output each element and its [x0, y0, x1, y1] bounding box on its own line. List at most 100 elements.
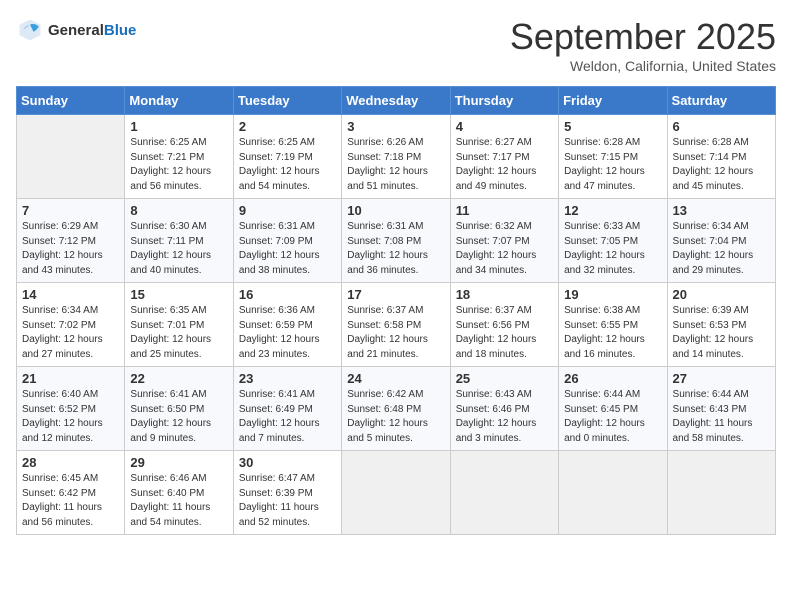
calendar-cell: 1 Sunrise: 6:25 AMSunset: 7:21 PMDaylight…: [125, 115, 233, 199]
day-info: Sunrise: 6:41 AMSunset: 6:50 PMDaylight:…: [130, 388, 227, 446]
weekday-header: Wednesday: [342, 87, 450, 115]
day-info: Sunrise: 6:45 AMSunset: 6:42 PMDaylight:…: [22, 472, 119, 530]
calendar-cell: 12Sunrise: 6:33 AMSunset: 7:05 PMDayligh…: [559, 199, 667, 283]
calendar-cell: 30 Sunrise: 6:47 AMSunset: 6:39 PMDayligh…: [233, 451, 341, 535]
day-number: 18: [456, 287, 553, 302]
weekday-header: Monday: [125, 87, 233, 115]
day-info: Sunrise: 6:30 AMSunset: 7:11 PMDaylight:…: [130, 220, 227, 278]
day-number: 1: [130, 119, 227, 134]
weekday-header: Thursday: [450, 87, 558, 115]
day-info: Sunrise: 6:34 AMSunset: 7:04 PMDaylight:…: [673, 220, 770, 278]
day-number: 28: [22, 455, 119, 470]
day-number: 29: [130, 455, 227, 470]
logo: GeneralBlue: [16, 16, 136, 44]
day-info: Sunrise: 6:27 AMSunset: 7:17 PMDaylight:…: [456, 136, 553, 194]
day-number: 15: [130, 287, 227, 302]
day-info: Sunrise: 6:28 AMSunset: 7:15 PMDaylight:…: [564, 136, 661, 194]
calendar-cell: 27Sunrise: 6:44 AMSunset: 6:43 PMDayligh…: [667, 367, 775, 451]
calendar-cell: 2 Sunrise: 6:25 AMSunset: 7:19 PMDaylight…: [233, 115, 341, 199]
day-info: Sunrise: 6:35 AMSunset: 7:01 PMDaylight:…: [130, 304, 227, 362]
day-info: Sunrise: 6:43 AMSunset: 6:46 PMDaylight:…: [456, 388, 553, 446]
day-number: 4: [456, 119, 553, 134]
weekday-header: Friday: [559, 87, 667, 115]
month-title: September 2025: [510, 16, 776, 58]
day-info: Sunrise: 6:37 AMSunset: 6:58 PMDaylight:…: [347, 304, 444, 362]
calendar-cell: 17Sunrise: 6:37 AMSunset: 6:58 PMDayligh…: [342, 283, 450, 367]
calendar-week-row: 1 Sunrise: 6:25 AMSunset: 7:21 PMDaylight…: [17, 115, 776, 199]
day-number: 25: [456, 371, 553, 386]
calendar-cell: [667, 451, 775, 535]
weekday-header: Tuesday: [233, 87, 341, 115]
day-info: Sunrise: 6:36 AMSunset: 6:59 PMDaylight:…: [239, 304, 336, 362]
calendar-cell: [450, 451, 558, 535]
calendar-cell: 29Sunrise: 6:46 AMSunset: 6:40 PMDayligh…: [125, 451, 233, 535]
calendar-cell: 4 Sunrise: 6:27 AMSunset: 7:17 PMDaylight…: [450, 115, 558, 199]
day-info: Sunrise: 6:34 AMSunset: 7:02 PMDaylight:…: [22, 304, 119, 362]
day-number: 16: [239, 287, 336, 302]
calendar-cell: 13 Sunrise: 6:34 AMSunset: 7:04 PMDayligh…: [667, 199, 775, 283]
title-block: September 2025 Weldon, California, Unite…: [510, 16, 776, 74]
day-number: 19: [564, 287, 661, 302]
calendar-cell: [559, 451, 667, 535]
day-info: Sunrise: 6:38 AMSunset: 6:55 PMDaylight:…: [564, 304, 661, 362]
calendar-cell: 14 Sunrise: 6:34 AMSunset: 7:02 PMDayligh…: [17, 283, 125, 367]
calendar-cell: 21 Sunrise: 6:40 AMSunset: 6:52 PMDayligh…: [17, 367, 125, 451]
day-number: 20: [673, 287, 770, 302]
day-info: Sunrise: 6:40 AMSunset: 6:52 PMDaylight:…: [22, 388, 119, 446]
day-number: 22: [130, 371, 227, 386]
logo-general: General: [48, 22, 104, 39]
day-info: Sunrise: 6:41 AMSunset: 6:49 PMDaylight:…: [239, 388, 336, 446]
calendar-cell: 15 Sunrise: 6:35 AMSunset: 7:01 PMDayligh…: [125, 283, 233, 367]
day-number: 14: [22, 287, 119, 302]
day-info: Sunrise: 6:47 AMSunset: 6:39 PMDaylight:…: [239, 472, 336, 530]
day-number: 23: [239, 371, 336, 386]
page-header: GeneralBlue September 2025 Weldon, Calif…: [16, 16, 776, 74]
calendar-cell: 24Sunrise: 6:42 AMSunset: 6:48 PMDayligh…: [342, 367, 450, 451]
calendar-cell: 9 Sunrise: 6:31 AMSunset: 7:09 PMDaylight…: [233, 199, 341, 283]
calendar-cell: 5 Sunrise: 6:28 AMSunset: 7:15 PMDaylight…: [559, 115, 667, 199]
logo-icon: [16, 16, 44, 44]
weekday-header-row: SundayMondayTuesdayWednesdayThursdayFrid…: [17, 87, 776, 115]
calendar-cell: 26 Sunrise: 6:44 AMSunset: 6:45 PMDayligh…: [559, 367, 667, 451]
calendar-cell: 8 Sunrise: 6:30 AMSunset: 7:11 PMDaylight…: [125, 199, 233, 283]
calendar-cell: 6 Sunrise: 6:28 AMSunset: 7:14 PMDaylight…: [667, 115, 775, 199]
calendar-cell: 19 Sunrise: 6:38 AMSunset: 6:55 PMDayligh…: [559, 283, 667, 367]
day-number: 5: [564, 119, 661, 134]
day-number: 7: [22, 203, 119, 218]
day-info: Sunrise: 6:39 AMSunset: 6:53 PMDaylight:…: [673, 304, 770, 362]
day-number: 8: [130, 203, 227, 218]
calendar-cell: 28 Sunrise: 6:45 AMSunset: 6:42 PMDayligh…: [17, 451, 125, 535]
day-info: Sunrise: 6:28 AMSunset: 7:14 PMDaylight:…: [673, 136, 770, 194]
day-number: 26: [564, 371, 661, 386]
day-number: 2: [239, 119, 336, 134]
calendar-cell: 10Sunrise: 6:31 AMSunset: 7:08 PMDayligh…: [342, 199, 450, 283]
weekday-header: Sunday: [17, 87, 125, 115]
weekday-header: Saturday: [667, 87, 775, 115]
calendar-cell: 7 Sunrise: 6:29 AMSunset: 7:12 PMDaylight…: [17, 199, 125, 283]
day-info: Sunrise: 6:25 AMSunset: 7:19 PMDaylight:…: [239, 136, 336, 194]
day-info: Sunrise: 6:32 AMSunset: 7:07 PMDaylight:…: [456, 220, 553, 278]
day-number: 30: [239, 455, 336, 470]
calendar: SundayMondayTuesdayWednesdayThursdayFrid…: [16, 86, 776, 535]
day-number: 27: [673, 371, 770, 386]
calendar-week-row: 28 Sunrise: 6:45 AMSunset: 6:42 PMDayligh…: [17, 451, 776, 535]
calendar-week-row: 7 Sunrise: 6:29 AMSunset: 7:12 PMDaylight…: [17, 199, 776, 283]
day-number: 11: [456, 203, 553, 218]
calendar-week-row: 14 Sunrise: 6:34 AMSunset: 7:02 PMDayligh…: [17, 283, 776, 367]
day-info: Sunrise: 6:25 AMSunset: 7:21 PMDaylight:…: [130, 136, 227, 194]
day-number: 21: [22, 371, 119, 386]
calendar-cell: [17, 115, 125, 199]
day-number: 13: [673, 203, 770, 218]
logo-text: GeneralBlue: [48, 22, 136, 39]
day-info: Sunrise: 6:31 AMSunset: 7:09 PMDaylight:…: [239, 220, 336, 278]
day-info: Sunrise: 6:42 AMSunset: 6:48 PMDaylight:…: [347, 388, 444, 446]
day-number: 6: [673, 119, 770, 134]
day-number: 10: [347, 203, 444, 218]
location: Weldon, California, United States: [510, 58, 776, 74]
day-number: 9: [239, 203, 336, 218]
day-number: 3: [347, 119, 444, 134]
day-info: Sunrise: 6:44 AMSunset: 6:45 PMDaylight:…: [564, 388, 661, 446]
day-info: Sunrise: 6:29 AMSunset: 7:12 PMDaylight:…: [22, 220, 119, 278]
calendar-cell: 25 Sunrise: 6:43 AMSunset: 6:46 PMDayligh…: [450, 367, 558, 451]
day-number: 12: [564, 203, 661, 218]
